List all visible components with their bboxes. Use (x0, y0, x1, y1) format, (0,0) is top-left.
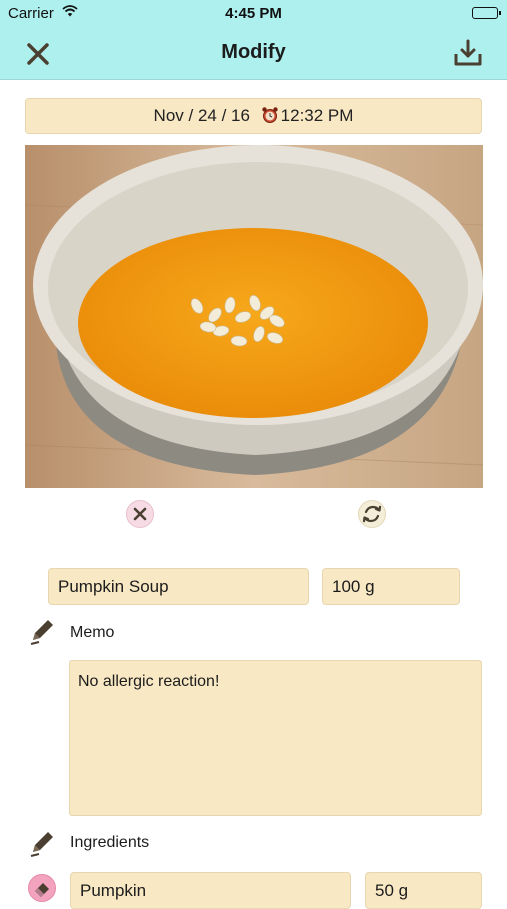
food-name-field[interactable]: Pumpkin Soup (48, 568, 309, 605)
status-bar: Carrier 4:45 PM (0, 0, 507, 28)
nav-bar: Modify (0, 28, 507, 80)
pencil-icon (27, 828, 57, 858)
ingredient-name-field[interactable]: Pumpkin (70, 872, 351, 909)
alarm-clock-icon (261, 102, 279, 136)
pencil-icon (27, 616, 57, 646)
battery-icon (472, 7, 501, 19)
datetime-selector[interactable]: Nov / 24 / 16 12:32 PM (25, 98, 482, 134)
memo-label: Memo (70, 624, 115, 641)
replace-photo-button[interactable] (358, 500, 386, 528)
time-label: 12:32 PM (280, 106, 354, 125)
ingredient-amount-field[interactable]: 50 g (365, 872, 482, 909)
memo-textarea[interactable]: No allergic reaction! (69, 660, 482, 816)
download-tray-icon[interactable] (453, 38, 483, 68)
clock-time: 4:45 PM (225, 5, 282, 22)
ingredients-label: Ingredients (70, 834, 150, 851)
page-title: Modify (221, 41, 286, 63)
remove-photo-button[interactable] (126, 500, 154, 528)
refresh-icon (362, 505, 382, 523)
eraser-icon[interactable] (28, 874, 56, 902)
date-label: Nov / 24 / 16 (153, 106, 250, 125)
food-amount-field[interactable]: 100 g (322, 568, 460, 605)
close-icon (133, 507, 147, 521)
food-photo (25, 145, 483, 488)
